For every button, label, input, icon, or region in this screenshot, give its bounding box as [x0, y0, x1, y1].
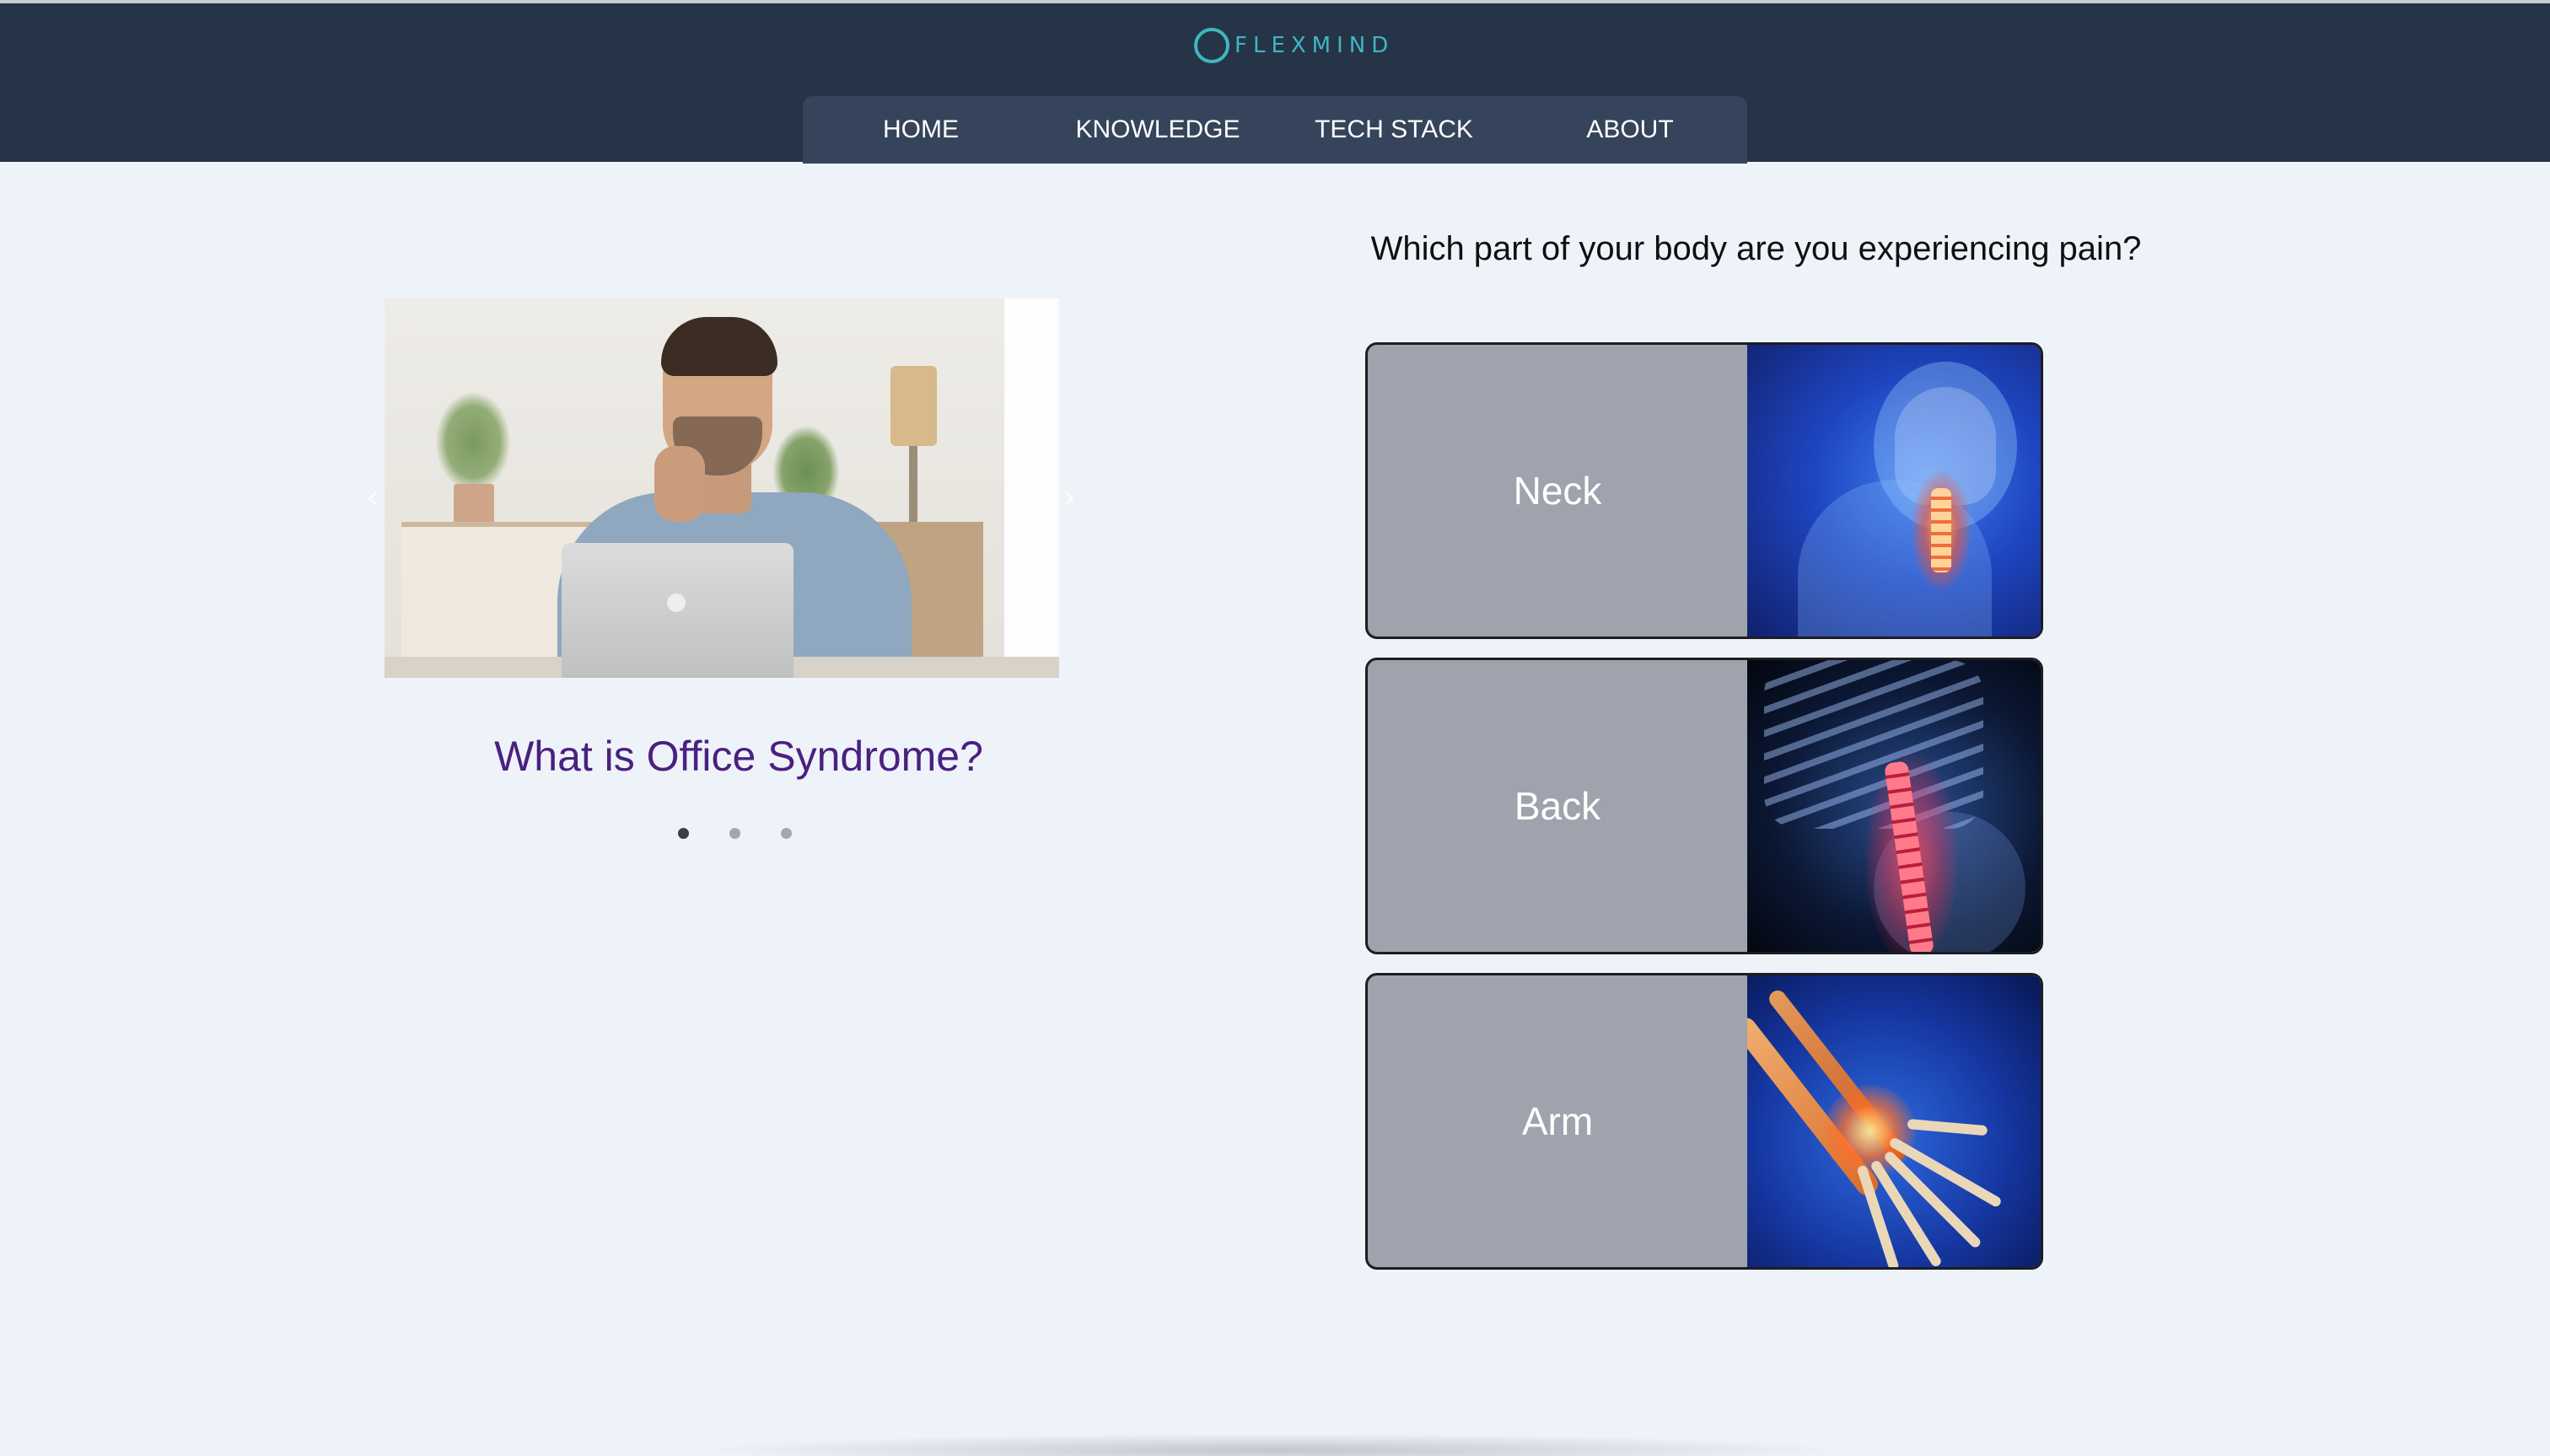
carousel-dot-1[interactable] [678, 828, 689, 839]
chevron-right-icon[interactable]: › [1052, 479, 1086, 516]
nav-tech-stack[interactable]: TECH STACK [1288, 96, 1499, 164]
pain-option-label: Arm [1521, 1099, 1594, 1143]
carousel-slide-image [385, 298, 1059, 678]
logo-text: FLEXMIND [1235, 33, 1395, 58]
nav-about[interactable]: ABOUT [1525, 96, 1735, 164]
footer-shadow [691, 1433, 1855, 1456]
carousel-dot-2[interactable] [729, 828, 740, 839]
pain-option-arm[interactable]: Arm [1365, 973, 2043, 1270]
carousel-caption[interactable]: What is Office Syndrome? [385, 727, 1093, 786]
main-nav: HOME KNOWLEDGE TECH STACK ABOUT [803, 96, 1747, 164]
back-xray-image [1747, 660, 2041, 952]
nav-home[interactable]: HOME [815, 96, 1026, 164]
pain-option-back[interactable]: Back [1365, 658, 2043, 954]
pain-option-neck[interactable]: Neck [1365, 342, 2043, 639]
pain-option-label: Back [1514, 784, 1601, 828]
ring-logo-icon [1194, 28, 1229, 63]
pain-question-heading: Which part of your body are you experien… [1370, 230, 2142, 267]
chevron-left-icon[interactable]: ‹ [356, 479, 390, 516]
carousel-indicators [678, 828, 792, 841]
carousel-dot-3[interactable] [781, 828, 792, 839]
arm-xray-image [1747, 975, 2041, 1267]
top-navbar: FLEXMIND HOME KNOWLEDGE TECH STACK ABOUT [0, 0, 2550, 164]
brand-logo[interactable]: FLEXMIND [1194, 27, 1394, 64]
pain-option-label: Neck [1513, 469, 1602, 513]
neck-xray-image [1747, 345, 2041, 637]
nav-knowledge[interactable]: KNOWLEDGE [1052, 96, 1263, 164]
